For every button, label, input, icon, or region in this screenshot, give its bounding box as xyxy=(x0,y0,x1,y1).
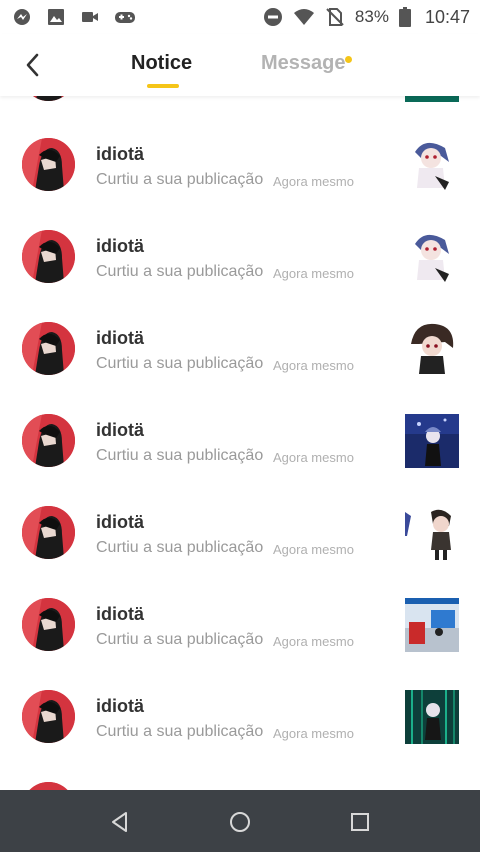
wifi-icon xyxy=(293,9,314,25)
username[interactable]: idiotä xyxy=(96,512,144,533)
post-thumbnail[interactable] xyxy=(405,690,459,744)
timestamp: Agora mesmo xyxy=(273,174,354,189)
notification-list[interactable]: idiotä Curtiu a sua publicação Agora mes… xyxy=(0,96,480,790)
unread-badge xyxy=(345,56,352,63)
timestamp: Agora mesmo xyxy=(273,542,354,557)
no-sim-icon xyxy=(326,8,344,26)
avatar[interactable] xyxy=(22,506,75,559)
username[interactable]: idiotä xyxy=(96,236,144,257)
avatar[interactable] xyxy=(22,414,75,467)
battery-percentage: 83% xyxy=(354,7,389,26)
tab-notice[interactable]: Notice xyxy=(131,52,192,75)
home-circle-icon[interactable] xyxy=(228,810,252,834)
video-icon xyxy=(82,12,98,22)
list-item[interactable]: idiotä Curtiu a sua publicação Agora mes… xyxy=(0,322,480,414)
post-thumbnail[interactable] xyxy=(405,96,459,102)
list-item[interactable]: idiotä Curtiu a sua publicação Agora mes… xyxy=(0,598,480,690)
battery-icon xyxy=(398,7,411,27)
username[interactable]: idiotä xyxy=(96,328,144,349)
clock: 10:47 xyxy=(424,6,470,27)
post-thumbnail[interactable] xyxy=(405,230,459,284)
timestamp: Agora mesmo xyxy=(273,726,354,741)
username[interactable]: idiotä xyxy=(96,604,144,625)
active-tab-indicator xyxy=(147,84,179,88)
timestamp: Agora mesmo xyxy=(273,450,354,465)
username[interactable]: idiotä xyxy=(96,144,144,165)
post-thumbnail[interactable] xyxy=(405,506,459,560)
timestamp: Agora mesmo xyxy=(273,634,354,649)
chevron-left-icon[interactable] xyxy=(18,50,48,80)
list-item[interactable]: idiotä Curtiu a sua publicação Agora mes… xyxy=(0,230,480,322)
post-thumbnail[interactable] xyxy=(405,322,459,376)
system-nav-bar xyxy=(0,790,480,852)
list-item[interactable]: idiotä Curtiu a sua publicação Agora mes… xyxy=(0,414,480,506)
avatar[interactable] xyxy=(22,230,75,283)
post-thumbnail[interactable] xyxy=(405,138,459,192)
avatar[interactable] xyxy=(22,96,75,101)
notification-text: Curtiu a sua publicação xyxy=(96,447,264,464)
timestamp: Agora mesmo xyxy=(273,266,354,281)
app-header: Notice Message xyxy=(0,34,480,96)
list-item[interactable]: idiotä Curtiu a sua publicação Agora mes… xyxy=(0,138,480,230)
notification-text: Curtiu a sua publicação xyxy=(96,631,264,648)
status-bar: 83% 10:47 xyxy=(0,0,480,34)
notification-text: Curtiu a sua publicação xyxy=(96,263,264,280)
list-item[interactable] xyxy=(0,782,480,790)
list-item[interactable]: idiotä Curtiu a sua publicação Agora mes… xyxy=(0,506,480,598)
tab-message[interactable]: Message xyxy=(261,52,346,75)
list-item[interactable]: idiotä Curtiu a sua publicação Agora mes… xyxy=(0,690,480,782)
post-thumbnail[interactable] xyxy=(405,414,459,468)
username[interactable]: idiotä xyxy=(96,696,144,717)
back-triangle-icon[interactable] xyxy=(108,810,132,834)
avatar[interactable] xyxy=(22,690,75,743)
notification-text: Curtiu a sua publicação xyxy=(96,723,264,740)
do-not-disturb-icon xyxy=(263,8,282,26)
username[interactable]: idiotä xyxy=(96,420,144,441)
post-thumbnail[interactable] xyxy=(405,598,459,652)
notification-text: Curtiu a sua publicação xyxy=(96,171,264,188)
gamepad-icon xyxy=(115,12,135,23)
notification-text: Curtiu a sua publicação xyxy=(96,539,264,556)
list-item[interactable] xyxy=(0,96,480,140)
messenger-icon xyxy=(14,9,30,25)
avatar[interactable] xyxy=(22,138,75,191)
avatar[interactable] xyxy=(22,782,75,790)
recents-square-icon[interactable] xyxy=(348,810,372,834)
notification-text: Curtiu a sua publicação xyxy=(96,355,264,372)
timestamp: Agora mesmo xyxy=(273,358,354,373)
avatar[interactable] xyxy=(22,598,75,651)
avatar[interactable] xyxy=(22,322,75,375)
gallery-icon xyxy=(48,9,64,25)
